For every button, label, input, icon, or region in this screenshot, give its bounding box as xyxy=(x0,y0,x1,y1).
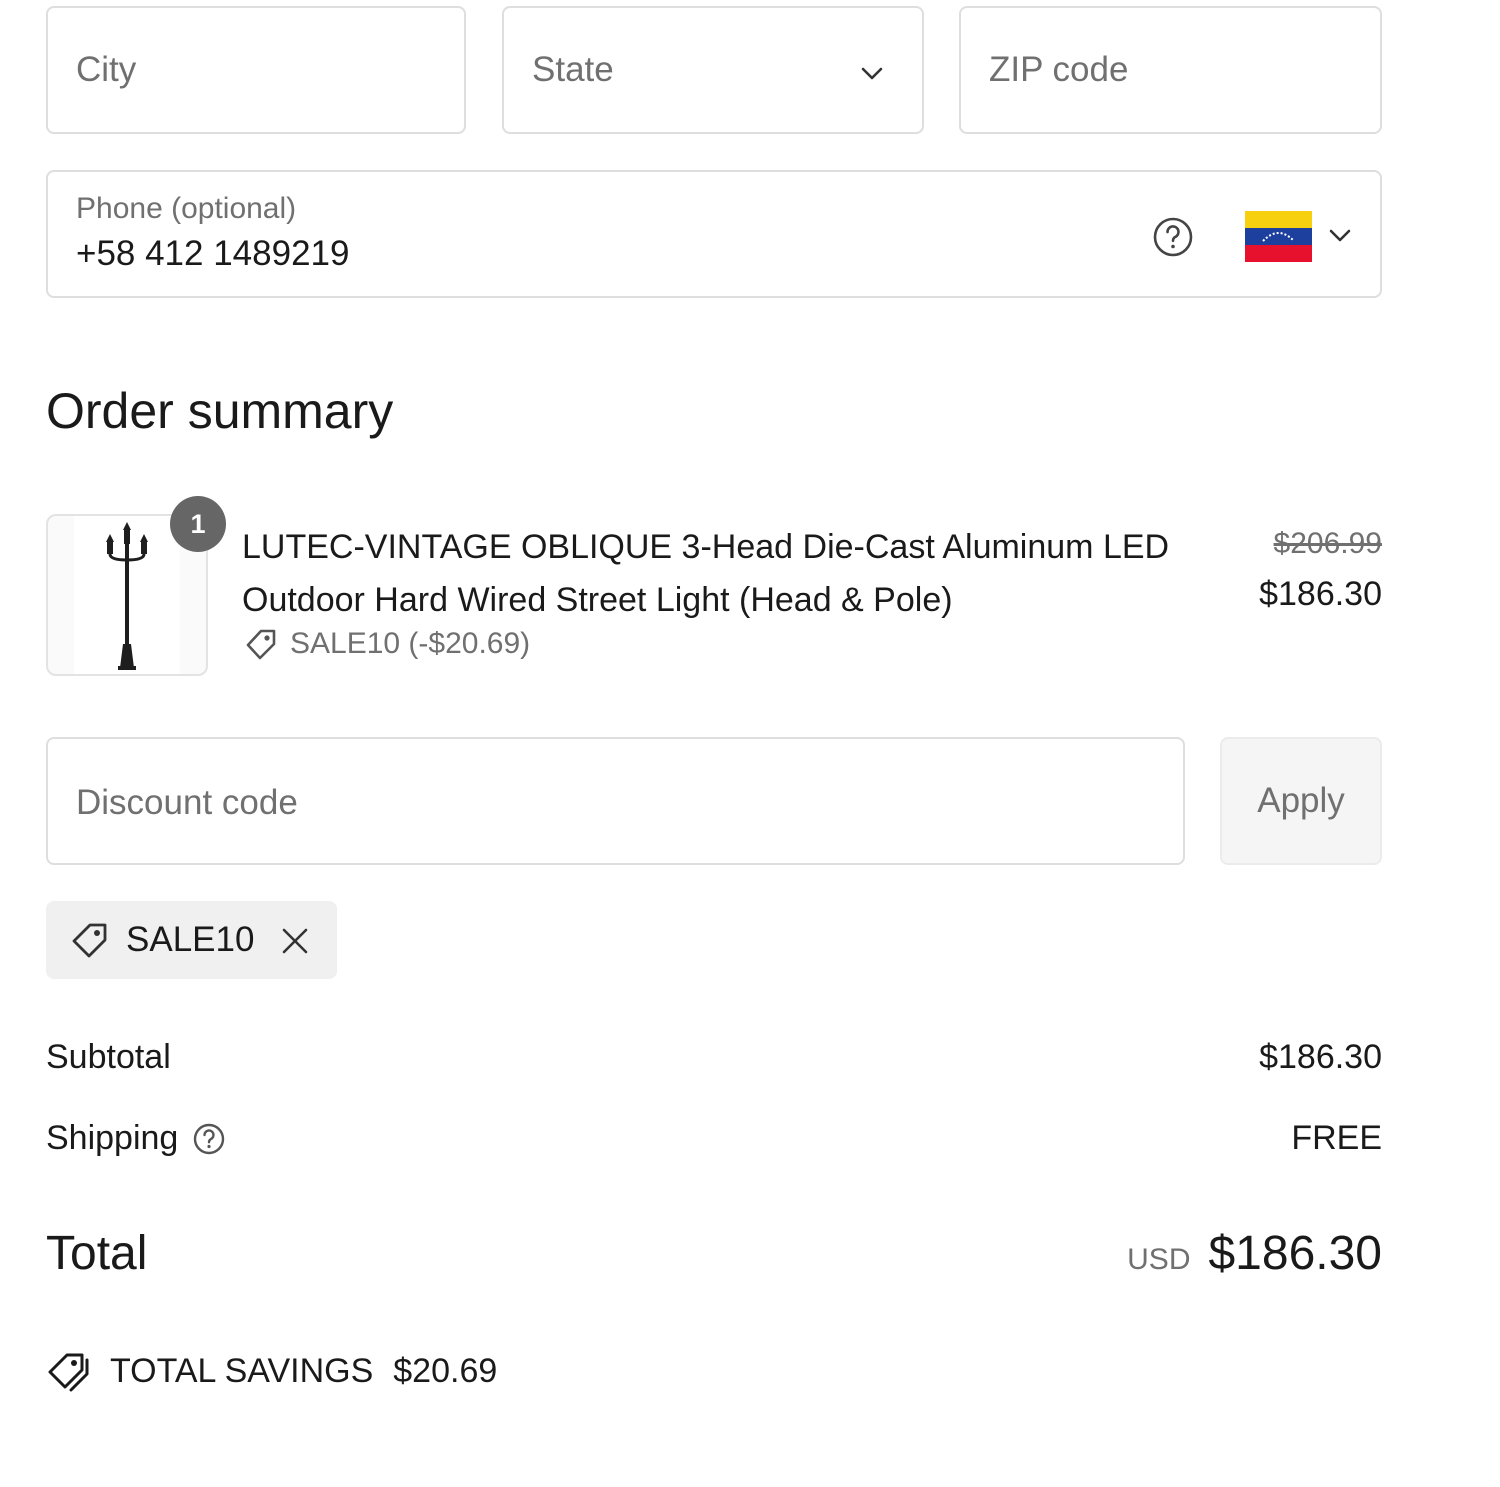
shipping-label: Shipping xyxy=(46,1119,226,1158)
checkout-page: City State ZIP code Phone (optional) +58… xyxy=(0,0,1500,1487)
discount-code-field[interactable]: Discount code xyxy=(46,737,1185,865)
street-light-image xyxy=(106,522,148,670)
tag-icon xyxy=(72,923,107,958)
total-label: Total xyxy=(46,1227,148,1280)
remove-discount-icon[interactable] xyxy=(280,926,310,956)
zip-code-field[interactable]: ZIP code xyxy=(959,6,1382,134)
savings-tag-icon xyxy=(48,1353,89,1392)
product-discount-text: SALE10 (-$20.69) xyxy=(290,627,531,660)
product-discount: SALE10 (-$20.69) xyxy=(244,627,530,661)
city-field[interactable]: City xyxy=(46,6,466,134)
shipping-label-text: Shipping xyxy=(46,1119,179,1157)
zip-code-placeholder: ZIP code xyxy=(989,50,1129,89)
applied-discount-chip: SALE10 xyxy=(46,901,337,979)
total-savings: TOTAL SAVINGS $20.69 xyxy=(46,1350,497,1392)
product-title: LUTEC-VINTAGE OBLIQUE 3-Head Die-Cast Al… xyxy=(242,528,1170,619)
chevron-down-icon[interactable] xyxy=(1328,228,1352,244)
state-placeholder: State xyxy=(532,50,614,89)
total-value: USD $186.30 xyxy=(1127,1226,1382,1281)
venezuela-flag-icon[interactable] xyxy=(1245,211,1312,262)
total-amount: $186.30 xyxy=(1208,1227,1382,1280)
phone-field[interactable]: Phone (optional) +58 412 1489219 xyxy=(46,170,1382,298)
phone-label: Phone (optional) xyxy=(76,192,297,225)
quantity-badge: 1 xyxy=(170,496,226,552)
shipping-value: FREE xyxy=(1291,1119,1382,1157)
subtotal-label: Subtotal xyxy=(46,1038,171,1076)
item-price: $186.30 xyxy=(1259,575,1382,613)
total-savings-label: TOTAL SAVINGS xyxy=(110,1351,374,1390)
applied-discount-code: SALE10 xyxy=(126,920,255,959)
help-icon[interactable] xyxy=(1152,216,1194,258)
help-icon[interactable] xyxy=(192,1122,226,1156)
state-select[interactable]: State xyxy=(502,6,924,134)
original-price: $206.99 xyxy=(1273,527,1382,560)
phone-value: +58 412 1489219 xyxy=(76,234,350,273)
city-placeholder: City xyxy=(76,50,137,89)
subtotal-value: $186.30 xyxy=(1259,1038,1382,1076)
discount-code-placeholder: Discount code xyxy=(76,783,298,822)
order-summary-heading: Order summary xyxy=(46,383,394,439)
apply-button[interactable]: Apply xyxy=(1220,737,1382,865)
total-savings-value: $20.69 xyxy=(393,1351,498,1390)
currency-code: USD xyxy=(1127,1243,1191,1276)
tag-icon xyxy=(246,629,276,660)
chevron-down-icon xyxy=(861,67,883,80)
